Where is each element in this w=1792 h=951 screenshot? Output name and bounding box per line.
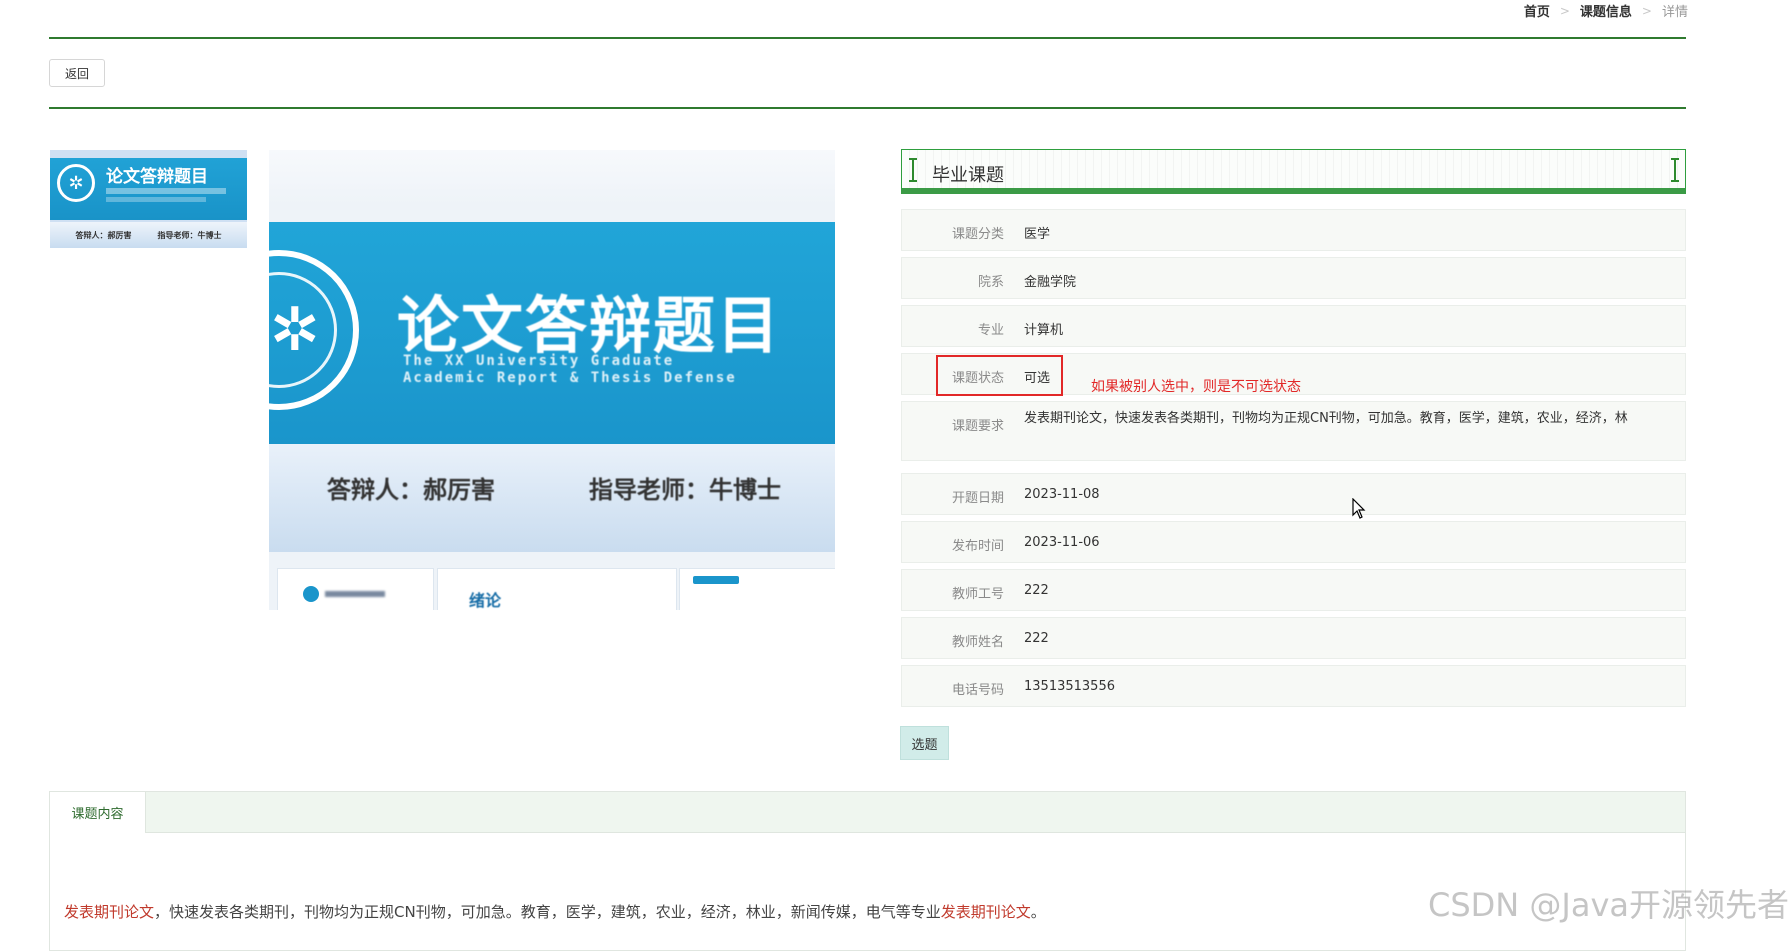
university-seal-icon: ✲ [57, 164, 95, 202]
content-link[interactable]: 发表期刊论文 [64, 903, 154, 921]
breadcrumb-current: 详情 [1661, 5, 1688, 20]
preview-pill [693, 576, 739, 584]
info-label: 专业 [977, 323, 1004, 338]
preview-title: 论文答辩题目 [397, 289, 782, 362]
info-row-category: 课题分类 医学 [901, 209, 1686, 251]
info-value: 发表期刊论文，快速发表各类期刊，刊物均为正规CN刊物，可加急。教育，医学，建筑，… [1024, 411, 1628, 426]
top-divider [49, 37, 1686, 39]
info-label: 开题日期 [951, 491, 1004, 506]
info-value: 2023-11-06 [1024, 535, 1100, 550]
breadcrumb-separator: > [1641, 3, 1652, 18]
thumbnail-title: 论文答辩题目 [106, 167, 208, 187]
breadcrumb-home[interactable]: 首页 [1524, 1, 1550, 20]
back-button[interactable]: 返回 [49, 59, 105, 87]
image-thumbnail[interactable]: ✲ 论文答辩题目 答辩人：郝厉害 指导老师：牛博士 [50, 150, 247, 248]
info-label: 教师工号 [951, 587, 1004, 602]
preview-section-label: 绪论 [469, 591, 502, 610]
breadcrumb: 首页 > 课题信息 > 详情 [1524, 1, 1688, 21]
info-label: 发布时间 [951, 539, 1004, 554]
bracket-icon [1671, 158, 1679, 182]
info-label: 教师姓名 [951, 635, 1004, 650]
tab-topic-content[interactable]: 课题内容 [50, 792, 146, 833]
content-tabbar [50, 792, 1685, 833]
breadcrumb-separator: > [1559, 3, 1570, 18]
info-row-department: 院系 金融学院 [901, 257, 1686, 299]
info-row-phone: 电话号码 13513513556 [901, 665, 1686, 707]
info-value: 2023-11-08 [1024, 487, 1100, 502]
preview-card [679, 568, 835, 610]
content-link[interactable]: 发表期刊论文 [941, 903, 1031, 921]
select-topic-button[interactable]: 选题 [900, 726, 949, 760]
info-row-major: 专业 计算机 [901, 305, 1686, 347]
info-value: 金融学院 [1024, 275, 1077, 290]
status-annotation: 如果被别人选中，则是不可选状态 [1091, 379, 1301, 395]
content-text-body: ，快速发表各类期刊，刊物均为正规CN刊物，可加急。教育，医学，建筑，农业，经济，… [154, 903, 941, 921]
info-label: 课题要求 [951, 419, 1004, 434]
info-value: 13513513556 [1024, 679, 1115, 694]
content-text: 发表期刊论文，快速发表各类期刊，刊物均为正规CN刊物，可加急。教育，医学，建筑，… [64, 901, 1046, 922]
info-label: 课题分类 [951, 227, 1004, 242]
info-row-teacher-name: 教师姓名 222 [901, 617, 1686, 659]
preview-presenter: 答辩人：郝厉害 [327, 476, 495, 504]
image-preview: ✲ 论文答辩题目 The XX University Graduate Acad… [269, 150, 835, 610]
toolbar-divider [49, 107, 1686, 109]
info-label: 电话号码 [951, 683, 1004, 698]
breadcrumb-section[interactable]: 课题信息 [1580, 1, 1632, 20]
preview-english-line: The XX University Graduate [403, 353, 675, 369]
info-row-open-date: 开题日期 2023-11-08 [901, 473, 1686, 515]
info-value: 计算机 [1024, 323, 1064, 338]
content-panel: 课题内容 [49, 791, 1686, 951]
info-value: 医学 [1024, 227, 1051, 242]
info-label: 院系 [977, 275, 1004, 290]
info-row-publish-time: 发布时间 2023-11-06 [901, 521, 1686, 563]
info-value: 222 [1024, 631, 1049, 646]
info-row-teacher-id: 教师工号 222 [901, 569, 1686, 611]
preview-dot-icon [303, 586, 319, 602]
content-text-end: 。 [1030, 903, 1046, 921]
thumbnail-advisor: 指导老师：牛博士 [157, 230, 222, 240]
panel-title: 毕业课题 [932, 165, 1004, 186]
preview-advisor: 指导老师：牛博士 [589, 476, 781, 504]
info-row-requirements: 课题要求 发表期刊论文，快速发表各类期刊，刊物均为正规CN刊物，可加急。教育，医… [901, 401, 1686, 461]
thumbnail-subtitle-line [106, 188, 226, 194]
preview-bar [325, 591, 385, 597]
thumbnail-presenter: 答辩人：郝厉害 [75, 230, 132, 240]
bracket-icon [909, 158, 917, 182]
panel-header: 毕业课题 [901, 149, 1686, 194]
watermark: CSDN @Java开源领先者 [1427, 886, 1789, 924]
status-highlight-box [936, 355, 1063, 396]
info-value: 222 [1024, 583, 1049, 598]
thumbnail-subtitle-line [106, 197, 206, 202]
preview-english-line: Academic Report & Thesis Defense [403, 370, 737, 386]
preview-card [277, 568, 434, 610]
thumbnail-names: 答辩人：郝厉害 指导老师：牛博士 [50, 222, 247, 248]
mouse-cursor-icon [1352, 498, 1366, 519]
